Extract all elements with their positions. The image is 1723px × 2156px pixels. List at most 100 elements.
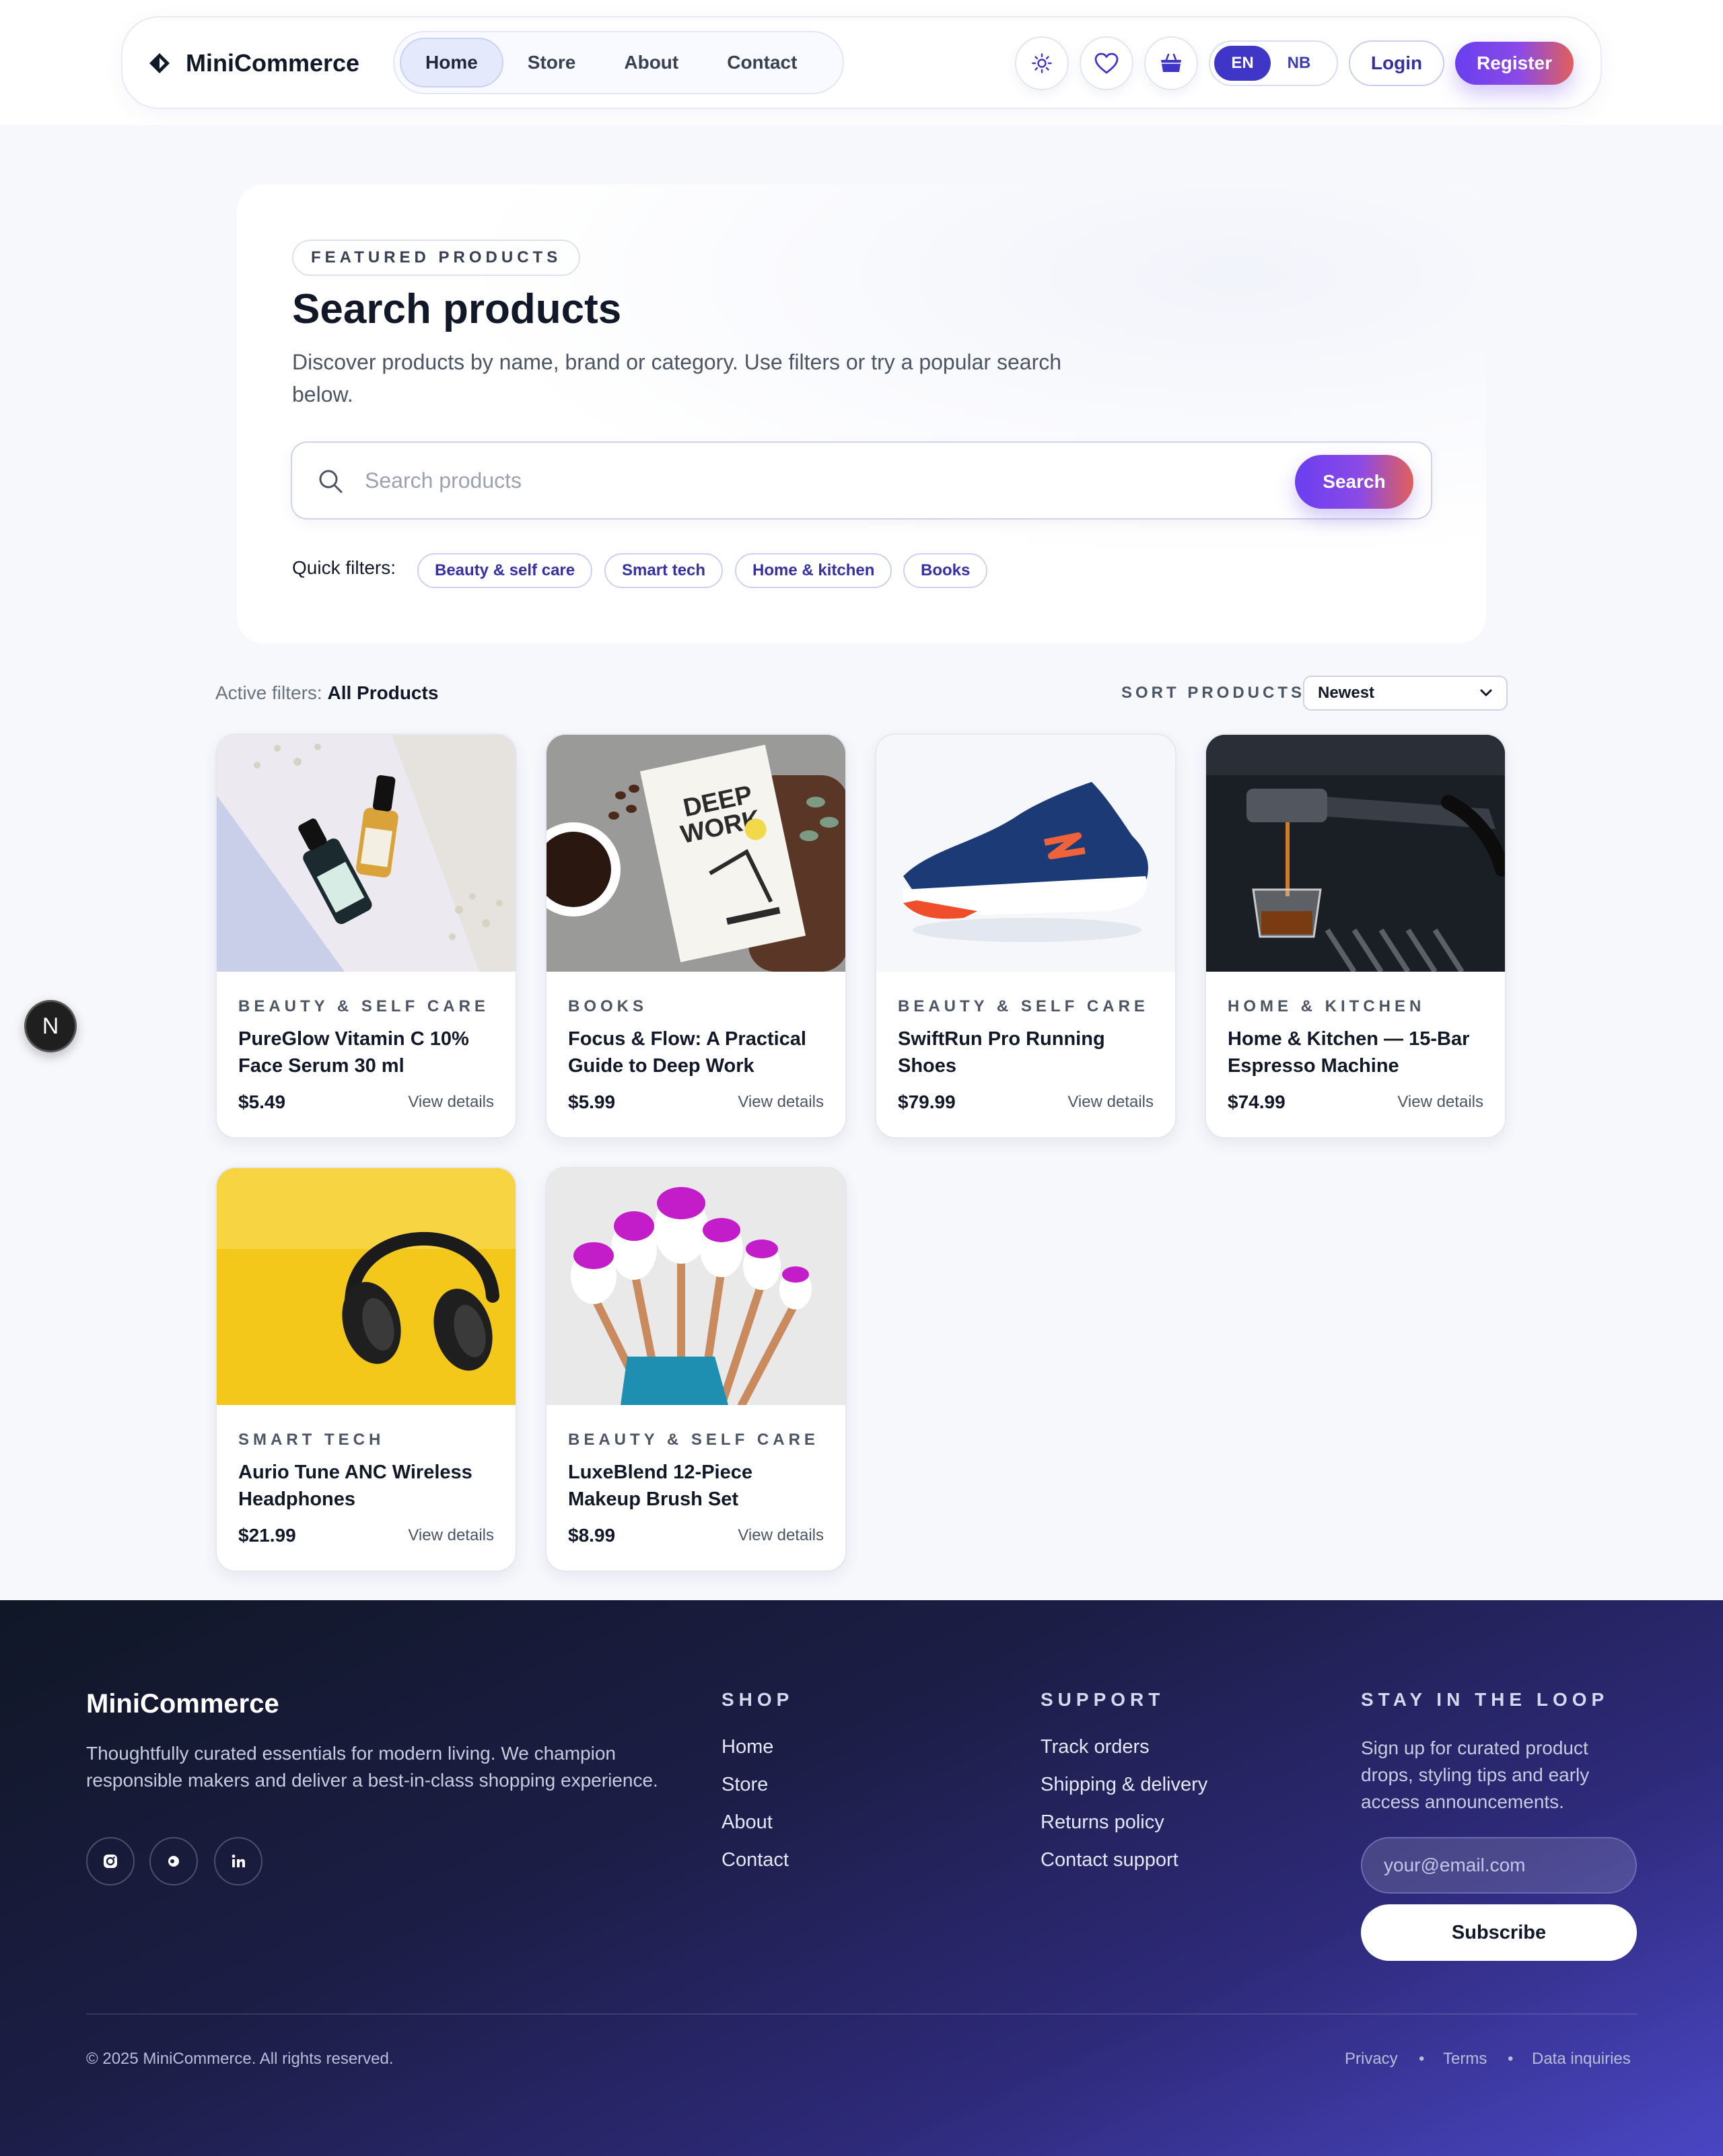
nav-contact[interactable]: Contact: [703, 38, 821, 87]
footer-shop-heading: SHOP: [722, 1689, 794, 1710]
product-category: SMART TECH: [238, 1431, 385, 1449]
search-icon: [316, 467, 345, 495]
sort-select[interactable]: Newest: [1303, 676, 1508, 711]
sun-icon: [1032, 53, 1052, 73]
product-image-headphones: [217, 1168, 516, 1405]
view-details-link[interactable]: View details: [1067, 1093, 1154, 1112]
chevron-down-icon: [1480, 689, 1492, 696]
active-filters-value: All Products: [327, 682, 439, 703]
featured-badge: FEATURED PRODUCTS: [292, 240, 581, 276]
product-category: BOOKS: [568, 997, 648, 1015]
product-price: $5.99: [568, 1091, 616, 1112]
view-details-link[interactable]: View details: [408, 1093, 494, 1112]
language-toggle: EN NB: [1209, 40, 1338, 86]
threads-icon: [168, 1856, 179, 1867]
product-price: $8.99: [568, 1525, 616, 1546]
footer-link-returns[interactable]: Returns policy: [1041, 1811, 1164, 1834]
cart-button[interactable]: [1144, 36, 1198, 90]
product-title[interactable]: SwiftRun Pro Running Shoes: [898, 1026, 1160, 1079]
footer-divider: [86, 2013, 1637, 2015]
quick-filter-smart-tech[interactable]: Smart tech: [604, 553, 724, 588]
footer-link-home[interactable]: Home: [722, 1736, 773, 1758]
dev-tools-badge[interactable]: N: [24, 1000, 77, 1052]
footer-support-heading: SUPPORT: [1041, 1689, 1165, 1710]
social-linkedin[interactable]: [214, 1837, 262, 1885]
hero-subtitle: Discover products by name, brand or cate…: [292, 350, 1062, 406]
nav-about[interactable]: About: [600, 38, 703, 87]
social-instagram[interactable]: [86, 1837, 135, 1885]
product-title[interactable]: Home & Kitchen — 15-Bar Espresso Machine: [1228, 1026, 1490, 1079]
product-title[interactable]: LuxeBlend 12-Piece Makeup Brush Set: [568, 1459, 831, 1513]
view-details-link[interactable]: View details: [408, 1526, 494, 1545]
nav-home[interactable]: Home: [400, 38, 503, 87]
login-button[interactable]: Login: [1349, 40, 1444, 86]
product-category: HOME & KITCHEN: [1228, 997, 1426, 1015]
footer-link-privacy[interactable]: Privacy: [1345, 2050, 1398, 2069]
product-card[interactable]: BEAUTY & SELF CARE SwiftRun Pro Running …: [875, 733, 1176, 1139]
quick-filter-books[interactable]: Books: [903, 553, 988, 588]
brand-name: MiniCommerce: [186, 49, 360, 77]
sort-value: Newest: [1318, 684, 1375, 702]
heart-icon: [1094, 52, 1119, 74]
product-price: $79.99: [898, 1091, 956, 1112]
diamond-logo-icon: [148, 52, 171, 75]
newsletter-email-field[interactable]: [1361, 1837, 1637, 1894]
lang-nb[interactable]: NB: [1271, 46, 1327, 81]
subscribe-button[interactable]: Subscribe: [1361, 1904, 1637, 1961]
product-price: $5.49: [238, 1091, 286, 1112]
product-category: BEAUTY & SELF CARE: [568, 1431, 819, 1449]
theme-toggle-button[interactable]: [1015, 36, 1069, 90]
search-input[interactable]: [365, 458, 1280, 503]
footer-brand: MiniCommerce: [86, 1689, 279, 1719]
social-threads[interactable]: [149, 1837, 198, 1885]
footer-link-contact-support[interactable]: Contact support: [1041, 1849, 1179, 1871]
footer-link-terms[interactable]: Terms: [1443, 2050, 1487, 2069]
footer-link-contact[interactable]: Contact: [722, 1849, 789, 1871]
footer-description: Thoughtfully curated essentials for mode…: [86, 1743, 658, 1791]
footer-link-track-orders[interactable]: Track orders: [1041, 1736, 1150, 1758]
brand-logo[interactable]: MiniCommerce: [148, 47, 359, 79]
nav-store[interactable]: Store: [503, 38, 600, 87]
separator-dot: •: [1419, 2050, 1425, 2068]
product-image-book: DEEP WORK: [547, 735, 845, 972]
product-title[interactable]: Aurio Tune ANC Wireless Headphones: [238, 1459, 501, 1513]
footer-link-data-inquiries[interactable]: Data inquiries: [1532, 2050, 1631, 2069]
view-details-link[interactable]: View details: [738, 1093, 824, 1112]
quick-filter-beauty[interactable]: Beauty & self care: [417, 553, 593, 588]
lang-en[interactable]: EN: [1214, 46, 1271, 81]
linkedin-icon: [232, 1855, 245, 1867]
product-category: BEAUTY & SELF CARE: [238, 997, 489, 1015]
newsletter-text: Sign up for curated product drops, styli…: [1361, 1737, 1590, 1812]
product-card[interactable]: DEEP WORK BOOKS Focus & Flow: A Practica…: [545, 733, 847, 1139]
sort-label: SORT PRODUCTS: [1121, 684, 1306, 702]
view-details-link[interactable]: View details: [738, 1526, 824, 1545]
view-details-link[interactable]: View details: [1397, 1093, 1483, 1112]
footer-link-shipping[interactable]: Shipping & delivery: [1041, 1774, 1207, 1796]
quick-filter-home-kitchen[interactable]: Home & kitchen: [735, 553, 892, 588]
product-card[interactable]: BEAUTY & SELF CARE LuxeBlend 12-Piece Ma…: [545, 1167, 847, 1572]
wishlist-button[interactable]: [1080, 36, 1133, 90]
product-price: $74.99: [1228, 1091, 1286, 1112]
product-title[interactable]: PureGlow Vitamin C 10% Face Serum 30 ml: [238, 1026, 501, 1079]
product-image-shoe: [876, 735, 1175, 972]
product-card[interactable]: SMART TECH Aurio Tune ANC Wireless Headp…: [215, 1167, 517, 1572]
search-button[interactable]: Search: [1295, 455, 1413, 509]
main-nav: Home Store About Contact: [393, 31, 844, 94]
footer-link-about[interactable]: About: [722, 1811, 773, 1834]
active-filters-label: Active filters:: [215, 682, 322, 703]
separator-dot: •: [1508, 2050, 1514, 2068]
product-title[interactable]: Focus & Flow: A Practical Guide to Deep …: [568, 1026, 831, 1079]
product-category: BEAUTY & SELF CARE: [898, 997, 1149, 1015]
product-image-brushes: [547, 1168, 845, 1405]
copyright: © 2025 MiniCommerce. All rights reserved…: [86, 2050, 394, 2068]
product-card[interactable]: BEAUTY & SELF CARE PureGlow Vitamin C 10…: [215, 733, 517, 1139]
page-title: Search products: [292, 286, 622, 332]
product-image-espresso: [1206, 735, 1505, 972]
product-card[interactable]: HOME & KITCHEN Home & Kitchen — 15-Bar E…: [1205, 733, 1506, 1139]
footer-link-store[interactable]: Store: [722, 1774, 768, 1796]
register-button[interactable]: Register: [1455, 42, 1574, 85]
quick-filters-label: Quick filters:: [292, 557, 396, 578]
basket-icon: [1161, 53, 1181, 72]
product-image-serum: [217, 735, 516, 972]
footer-newsletter-heading: STAY IN THE LOOP: [1361, 1689, 1609, 1710]
